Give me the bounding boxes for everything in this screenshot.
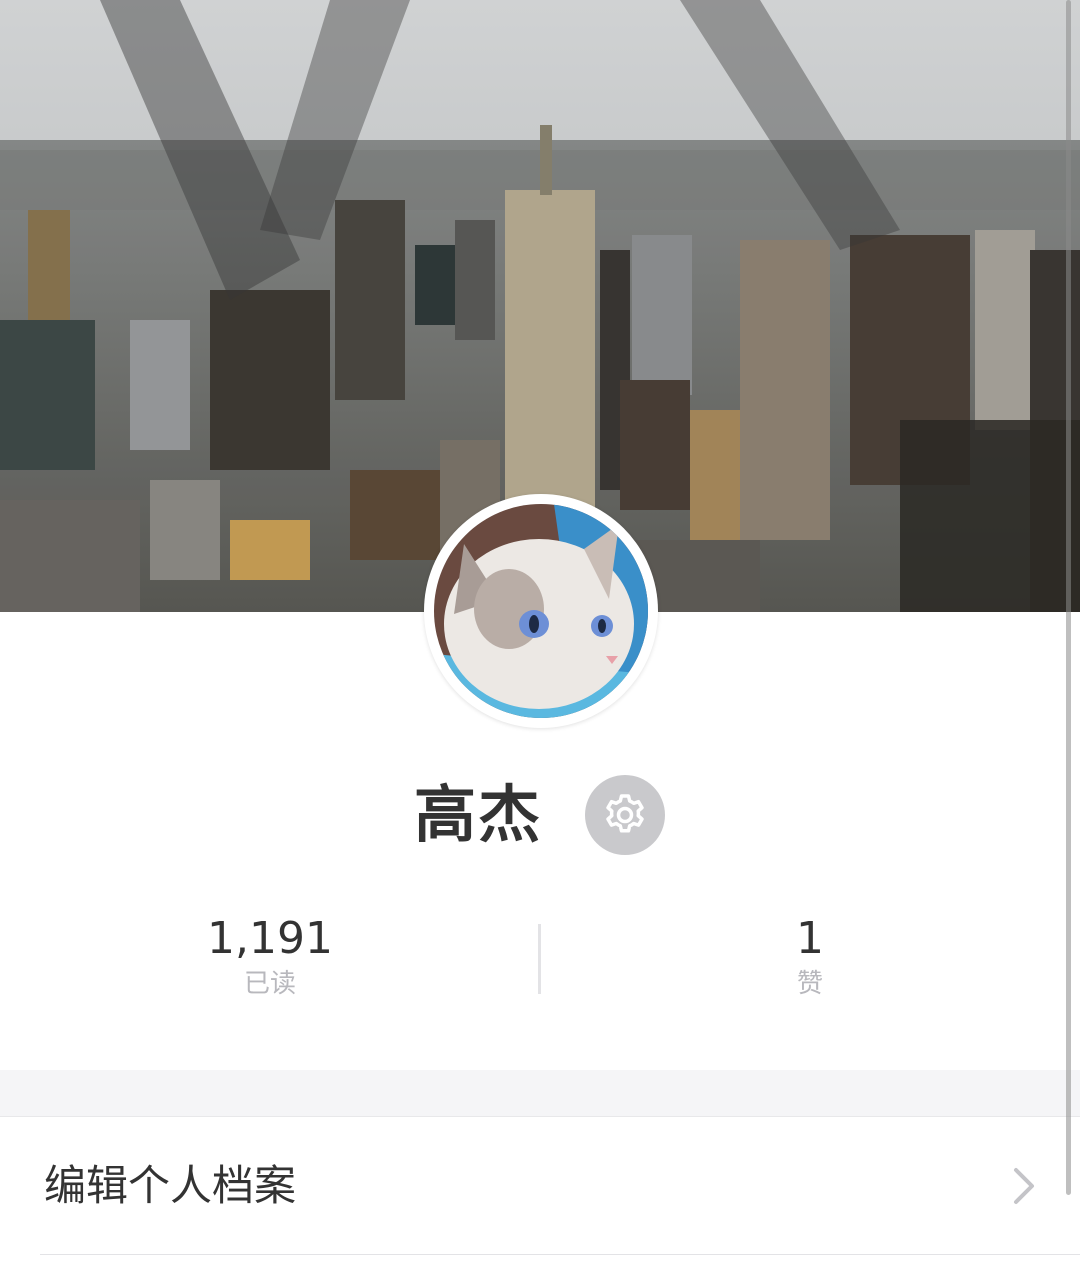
section-gap bbox=[0, 1070, 1080, 1117]
edit-profile-row[interactable]: 编辑个人档案 bbox=[0, 1117, 1080, 1255]
stats-divider bbox=[538, 924, 541, 994]
stat-read-value: 1,191 bbox=[207, 913, 333, 964]
user-name: 高杰 bbox=[414, 778, 543, 851]
profile-header: 高杰 bbox=[0, 772, 1080, 858]
stat-likes-value: 1 bbox=[796, 913, 824, 964]
gear-icon bbox=[606, 794, 644, 833]
edit-profile-label: 编辑个人档案 bbox=[44, 1161, 297, 1210]
avatar[interactable] bbox=[424, 494, 658, 728]
scrollbar[interactable] bbox=[1066, 0, 1071, 1195]
stat-likes[interactable]: 1 赞 bbox=[660, 912, 960, 1002]
chevron-right-icon bbox=[1014, 1168, 1034, 1204]
stat-likes-label: 赞 bbox=[796, 969, 823, 999]
stat-read-label: 已读 bbox=[243, 969, 296, 999]
row-divider bbox=[40, 1254, 1080, 1255]
cat-avatar-image bbox=[434, 504, 648, 718]
settings-button[interactable] bbox=[585, 775, 665, 855]
stat-read[interactable]: 1,191 已读 bbox=[120, 912, 420, 1002]
